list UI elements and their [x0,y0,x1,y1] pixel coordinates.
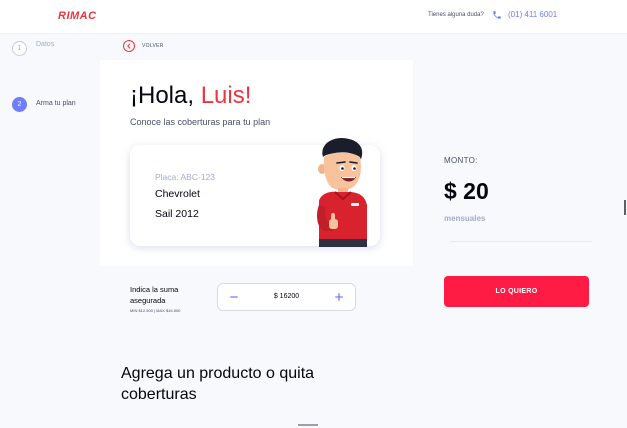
phone-number-link[interactable]: (01) 411 6001 [508,10,557,19]
amount-label: MONTO: [444,156,478,165]
insured-sum-stepper: $ 16200 [217,283,356,311]
step-number: 1 [12,41,27,56]
steps-sidebar [0,34,100,428]
bottom-handle [298,424,318,426]
rimac-logo[interactable]: RIMAC [58,10,97,22]
phone-icon [493,11,501,19]
step-label: Datos [36,40,55,48]
step-label: Arma tu plan [36,99,76,107]
plate-label: Placa: ABC-123 [155,172,216,182]
lo-quiero-button[interactable]: LO QUIERO [444,276,589,307]
top-bar: RIMAC Tienes alguna duda? (01) 411 6001 [0,0,627,34]
mascot-illustration [317,137,367,247]
greeting-card: ¡Hola, Luis! Conoce las coberturas para … [100,60,413,266]
insured-sum-label: Indica la suma asegurada [130,285,179,305]
divider [450,241,592,242]
page-subtitle: Conoce las coberturas para tu plan [130,117,271,127]
car-brand: Chevrolet [155,188,200,200]
back-button[interactable]: VOLVER [123,40,164,52]
amount-period: mensuales [444,214,486,223]
step-arma-tu-plan[interactable]: 2 Arma tu plan [12,97,76,112]
scrollbar-thumb[interactable] [624,200,626,215]
insured-sum-value[interactable]: $ 16200 [258,293,315,300]
minus-icon[interactable] [227,290,241,304]
insured-sum-range: MIN $12.500 | MAX $16.500 [130,308,181,313]
section-title: Agrega un producto o quita coberturas [121,365,315,403]
step-number: 2 [12,97,27,112]
back-label: VOLVER [142,43,164,49]
car-model: Sail 2012 [155,208,199,220]
amount-value: $ 20 [444,178,489,204]
page-title: ¡Hola, Luis! [130,82,251,110]
greeting-name: Luis! [200,82,252,109]
help-text: Tienes alguna duda? [428,12,484,18]
chevron-left-icon [123,40,135,52]
plus-icon[interactable] [332,290,346,304]
greeting-prefix: ¡Hola, [130,82,201,109]
step-datos[interactable]: 1 Datos [12,41,54,56]
